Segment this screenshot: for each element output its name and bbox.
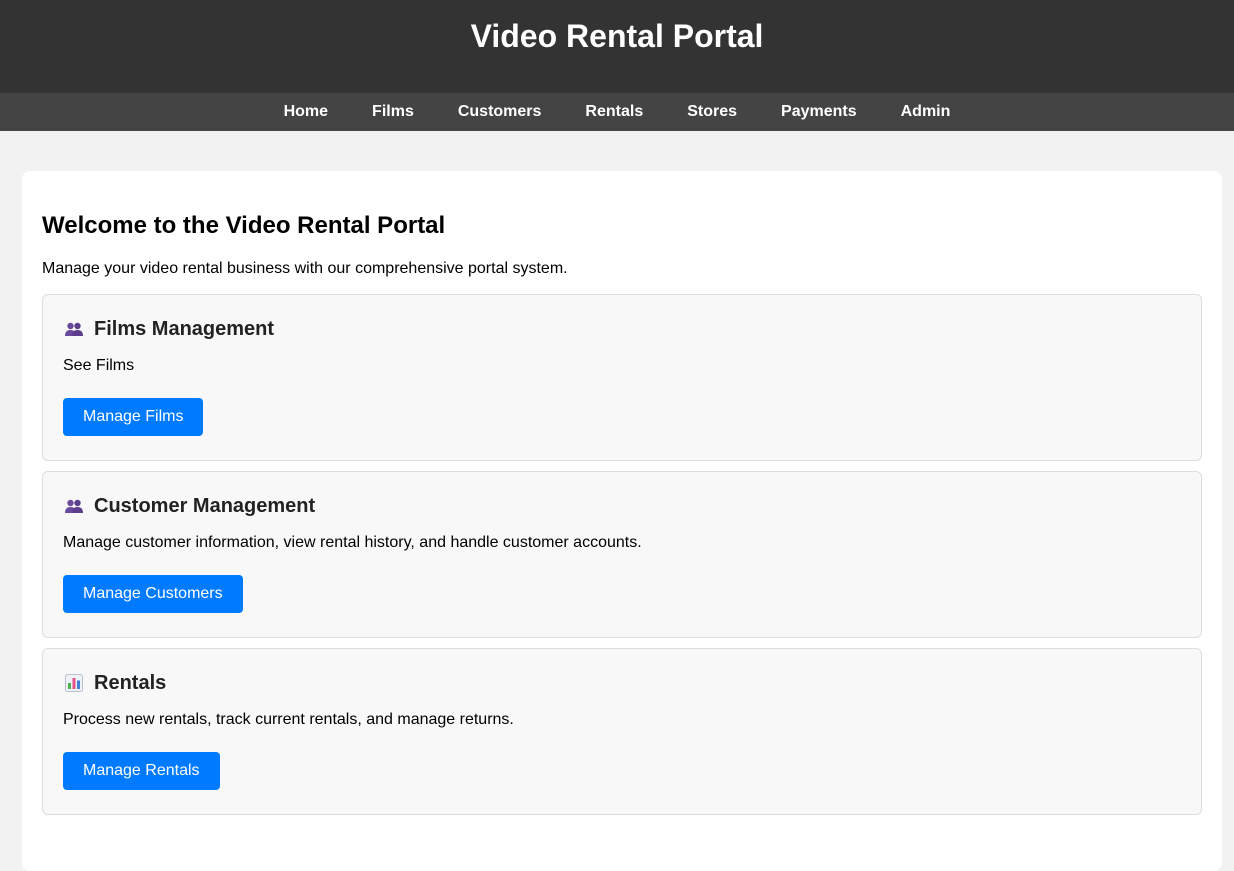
- nav-home[interactable]: Home: [284, 103, 328, 121]
- card-description: See Films: [63, 357, 135, 374]
- nav-payments[interactable]: Payments: [781, 103, 857, 121]
- manage-films-button[interactable]: Manage Films: [63, 398, 204, 436]
- bar-chart-icon: [63, 674, 85, 692]
- site-title: Video Rental Portal: [470, 18, 764, 54]
- card-title: Films Management: [63, 317, 1181, 341]
- card-title: Customer Management: [63, 494, 1181, 518]
- card-title: Rentals: [63, 671, 1181, 695]
- card-title-text: Rentals: [94, 672, 167, 694]
- films-card: Films Management See Films Manage Films: [42, 294, 1202, 461]
- site-header: Video Rental Portal: [0, 0, 1234, 93]
- nav-stores[interactable]: Stores: [687, 103, 737, 121]
- main-nav: Home Films Customers Rentals Stores Paym…: [0, 93, 1234, 131]
- nav-rentals[interactable]: Rentals: [585, 103, 643, 121]
- main-content: Welcome to the Video Rental Portal Manag…: [22, 171, 1222, 871]
- nav-admin[interactable]: Admin: [901, 103, 951, 121]
- card-title-text: Customer Management: [94, 495, 316, 517]
- intro-text: Manage your video rental business with o…: [42, 260, 568, 277]
- users-icon: [63, 320, 85, 338]
- card-description: Manage customer information, view rental…: [63, 534, 642, 551]
- rentals-card: Rentals Process new rentals, track curre…: [42, 648, 1202, 815]
- manage-customers-button[interactable]: Manage Customers: [63, 575, 243, 613]
- card-title-text: Films Management: [94, 318, 275, 340]
- users-icon: [63, 497, 85, 515]
- page-heading: Welcome to the Video Rental Portal: [42, 212, 446, 239]
- nav-films[interactable]: Films: [372, 103, 414, 121]
- card-description: Process new rentals, track current renta…: [63, 711, 514, 728]
- nav-customers[interactable]: Customers: [458, 103, 542, 121]
- manage-rentals-button[interactable]: Manage Rentals: [63, 752, 220, 790]
- customers-card: Customer Management Manage customer info…: [42, 471, 1202, 638]
